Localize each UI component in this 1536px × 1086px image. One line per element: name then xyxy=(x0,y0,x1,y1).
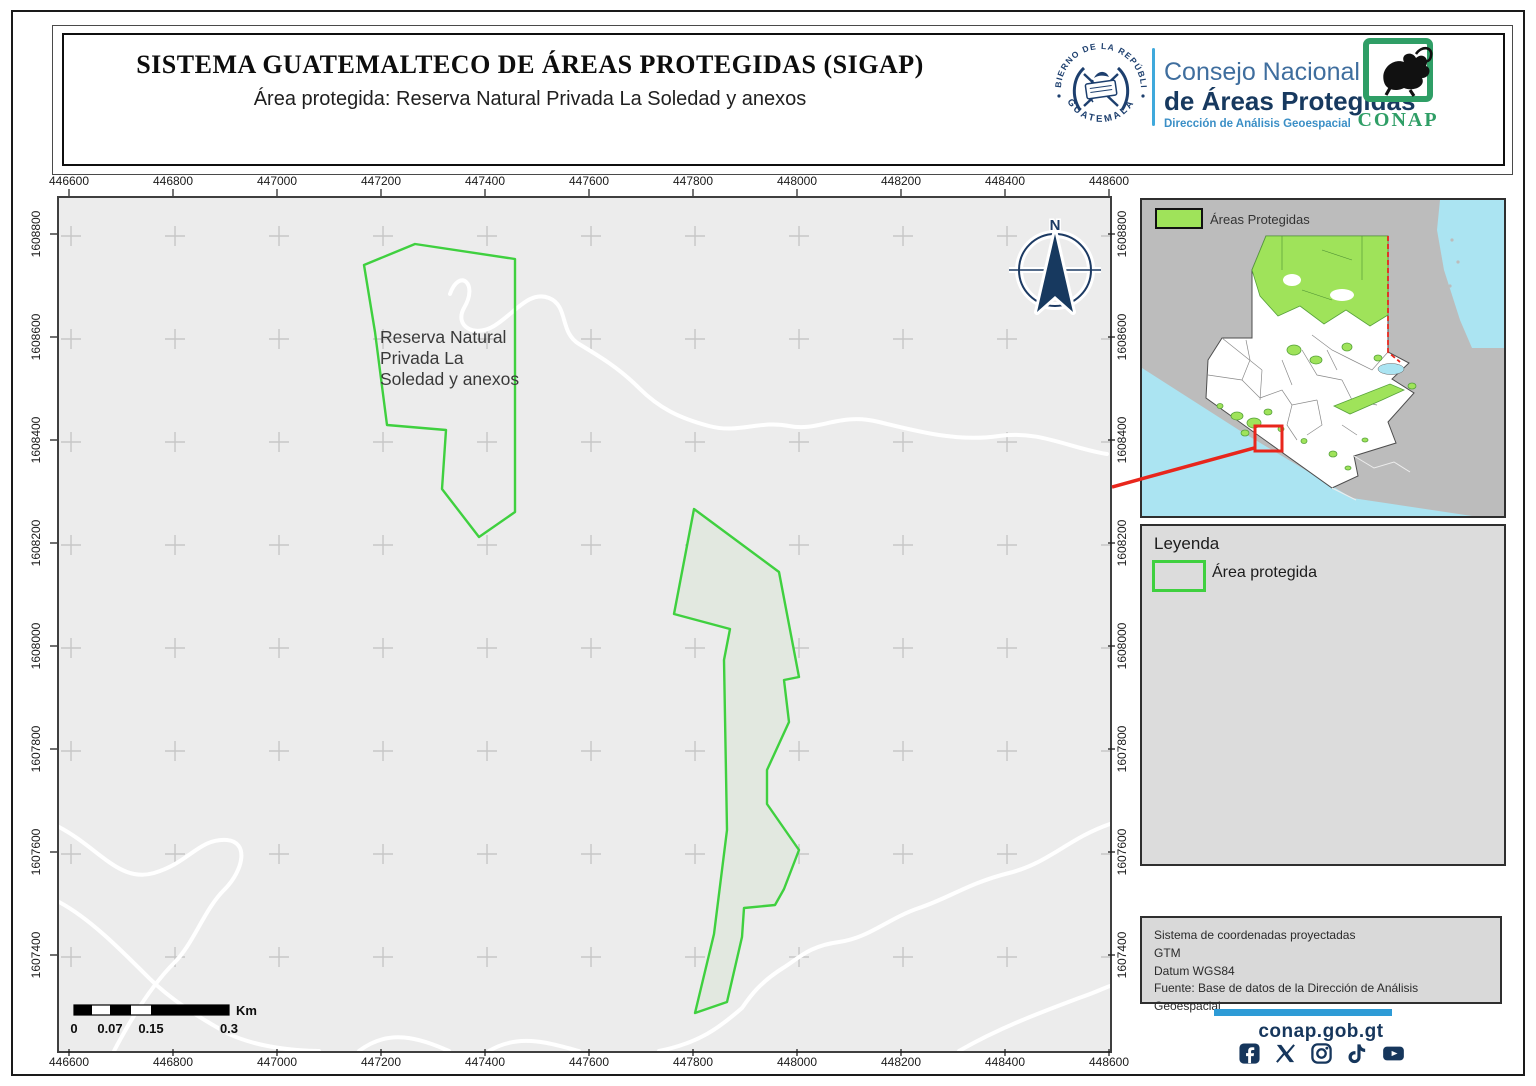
x-axis-label-top: 447800 xyxy=(673,174,713,188)
roads-layer xyxy=(59,280,1110,1051)
x-axis-label-bottom: 447600 xyxy=(569,1055,609,1069)
scalebar-tick-1: 0.07 xyxy=(97,1021,122,1036)
credits-box: Sistema de coordenadas proyectadas GTM D… xyxy=(1140,916,1502,1004)
legend-title: Leyenda xyxy=(1154,534,1219,554)
y-axis-label-left: 1608000 xyxy=(29,623,43,670)
y-axis-label-left: 1607400 xyxy=(29,932,43,979)
y-axis-label-right: 1607800 xyxy=(1115,726,1129,773)
inset-legend-swatch xyxy=(1156,209,1202,228)
y-axis-label-left: 1608200 xyxy=(29,520,43,567)
conap-logo: CONAP xyxy=(1352,38,1444,134)
y-axis-label-left: 1607600 xyxy=(29,829,43,876)
y-axis-label-right: 1608800 xyxy=(1115,211,1129,258)
x-axis-label-bottom: 448200 xyxy=(881,1055,921,1069)
page-subtitle: Área protegida: Reserva Natural Privada … xyxy=(95,88,965,111)
social-icons-row xyxy=(1140,1042,1502,1065)
x-axis-label-top: 447000 xyxy=(257,174,297,188)
x-axis-label-bottom: 447400 xyxy=(465,1055,505,1069)
north-arrow: N xyxy=(1009,217,1101,312)
y-axis-label-left: 1608400 xyxy=(29,417,43,464)
x-axis-label-top: 447600 xyxy=(569,174,609,188)
legend-item-label: Área protegida xyxy=(1212,564,1317,582)
page-title: SISTEMA GUATEMALTECO DE ÁREAS PROTEGIDAS… xyxy=(95,50,965,80)
x-axis-label-bottom: 446600 xyxy=(49,1055,89,1069)
y-axis-label-left: 1608600 xyxy=(29,314,43,361)
inset-legend-label: Áreas Protegidas xyxy=(1210,212,1310,227)
graticule-crosses xyxy=(61,226,1110,967)
x-axis-label-top: 446800 xyxy=(153,174,193,188)
x-axis-label-top: 447400 xyxy=(465,174,505,188)
facebook-icon xyxy=(1238,1042,1261,1065)
x-twitter-icon xyxy=(1274,1042,1297,1065)
y-axis-label-right: 1608000 xyxy=(1115,623,1129,670)
y-axis-label-right: 1607400 xyxy=(1115,932,1129,979)
credits-line: Datum WGS84 xyxy=(1154,963,1488,981)
y-axis-label-right: 1608600 xyxy=(1115,314,1129,361)
legend-box: Leyenda Área protegida xyxy=(1140,524,1506,866)
credits-line: GTM xyxy=(1154,945,1488,963)
instagram-icon xyxy=(1310,1042,1333,1065)
x-axis-label-bottom: 448600 xyxy=(1089,1055,1129,1069)
credits-line: Sistema de coordenadas proyectadas xyxy=(1154,927,1488,945)
logo-divider xyxy=(1152,48,1155,126)
area-label-line1: Reserva Natural xyxy=(380,327,506,347)
x-axis-label-bottom: 447000 xyxy=(257,1055,297,1069)
youtube-icon xyxy=(1382,1042,1405,1065)
map-sheet: SISTEMA GUATEMALTECO DE ÁREAS PROTEGIDAS… xyxy=(0,0,1536,1086)
protected-area-polygon-north xyxy=(364,244,515,537)
protected-area-polygon-south xyxy=(674,509,799,1013)
x-axis-label-bottom: 447800 xyxy=(673,1055,713,1069)
north-label: N xyxy=(1050,217,1061,234)
legend-swatch-protected-area xyxy=(1152,560,1206,592)
area-label-line3: Soledad y anexos xyxy=(380,369,519,389)
x-axis-label-top: 447200 xyxy=(361,174,401,188)
inset-lake-izabal xyxy=(1378,364,1404,375)
org-name-line1: Consejo Nacional xyxy=(1164,58,1360,87)
website-url: conap.gob.gt xyxy=(1140,1021,1502,1043)
y-axis-label-left: 1608800 xyxy=(29,211,43,258)
x-axis-label-bottom: 448400 xyxy=(985,1055,1025,1069)
y-axis-label-right: 1607600 xyxy=(1115,829,1129,876)
scalebar-tick-0: 0 xyxy=(70,1021,77,1036)
x-axis-label-top: 448600 xyxy=(1089,174,1129,188)
x-axis-label-bottom: 446800 xyxy=(153,1055,193,1069)
y-axis-label-right: 1608400 xyxy=(1115,417,1129,464)
x-axis-label-top: 448000 xyxy=(777,174,817,188)
scalebar-unit: Km xyxy=(236,1003,257,1018)
y-axis-label-left: 1607800 xyxy=(29,726,43,773)
x-axis-label-top: 446600 xyxy=(49,174,89,188)
government-seal-logo: GOBIERNO DE LA REPÚBLICA GUATEMALA xyxy=(1048,36,1154,142)
x-axis-label-top: 448400 xyxy=(985,174,1025,188)
y-axis-label-right: 1608200 xyxy=(1115,520,1129,567)
footer-accent-bar xyxy=(1214,1009,1392,1016)
area-label: Reserva Natural Privada La Soledad y ane… xyxy=(380,327,519,389)
x-axis-label-bottom: 447200 xyxy=(361,1055,401,1069)
scale-bar: Km 0 0.07 0.15 0.3 xyxy=(70,1003,257,1036)
scalebar-tick-3: 0.3 xyxy=(220,1021,238,1036)
scalebar-tick-2: 0.15 xyxy=(138,1021,163,1036)
org-department: Dirección de Análisis Geoespacial xyxy=(1164,118,1351,130)
inset-locator-map: Áreas Protegidas xyxy=(1140,198,1506,518)
tiktok-icon xyxy=(1346,1042,1369,1065)
x-axis-label-top: 448200 xyxy=(881,174,921,188)
x-axis-label-bottom: 448000 xyxy=(777,1055,817,1069)
area-label-line2: Privada La xyxy=(380,348,464,368)
main-map: Reserva Natural Privada La Soledad y ane… xyxy=(57,196,1112,1053)
conap-wordmark: CONAP xyxy=(1357,109,1438,131)
